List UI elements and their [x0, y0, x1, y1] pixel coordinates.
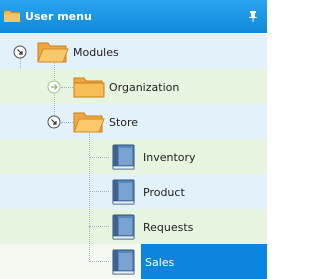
open-folder-icon	[37, 40, 69, 67]
tree-label-modules[interactable]: Modules	[73, 46, 119, 59]
tree-label-product[interactable]: Product	[143, 186, 185, 199]
tree-line	[89, 191, 109, 192]
tree-label-store[interactable]: Store	[109, 116, 138, 129]
pin-icon[interactable]	[248, 11, 258, 25]
collapse-store-icon[interactable]	[47, 115, 61, 132]
book-icon	[110, 179, 136, 208]
user-menu-panel: User menu Modules Organization Store Inv…	[0, 0, 267, 279]
tree-line	[89, 157, 109, 158]
tree-line	[89, 130, 90, 262]
book-icon	[110, 249, 136, 278]
tree-label-inventory[interactable]: Inventory	[143, 151, 196, 164]
tree-line	[89, 226, 109, 227]
tree-label-requests[interactable]: Requests	[143, 221, 193, 234]
expand-organization-icon[interactable]	[47, 80, 61, 97]
panel-title: User menu	[25, 10, 92, 23]
folder-icon	[73, 75, 105, 102]
book-icon	[110, 214, 136, 243]
book-icon	[110, 144, 136, 173]
open-folder-icon	[73, 110, 105, 137]
collapse-modules-icon[interactable]	[13, 45, 27, 62]
panel-header: User menu	[0, 0, 267, 33]
tree-line	[89, 261, 109, 262]
folder-icon	[3, 10, 21, 25]
tree-label-sales[interactable]: Sales	[145, 256, 174, 269]
tree-label-organization[interactable]: Organization	[109, 81, 179, 94]
